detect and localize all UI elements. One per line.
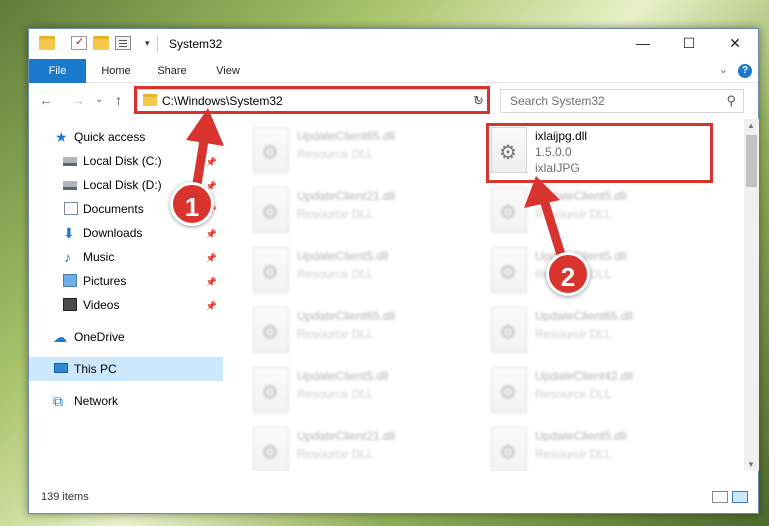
annotation-arrows (186, 108, 567, 260)
arrow-1-head (186, 108, 224, 146)
step-marker-2: 2 (546, 252, 590, 296)
arrow-2-head (524, 176, 560, 208)
step-marker-1: 1 (170, 182, 214, 226)
arrow-2-shaft (539, 198, 567, 260)
